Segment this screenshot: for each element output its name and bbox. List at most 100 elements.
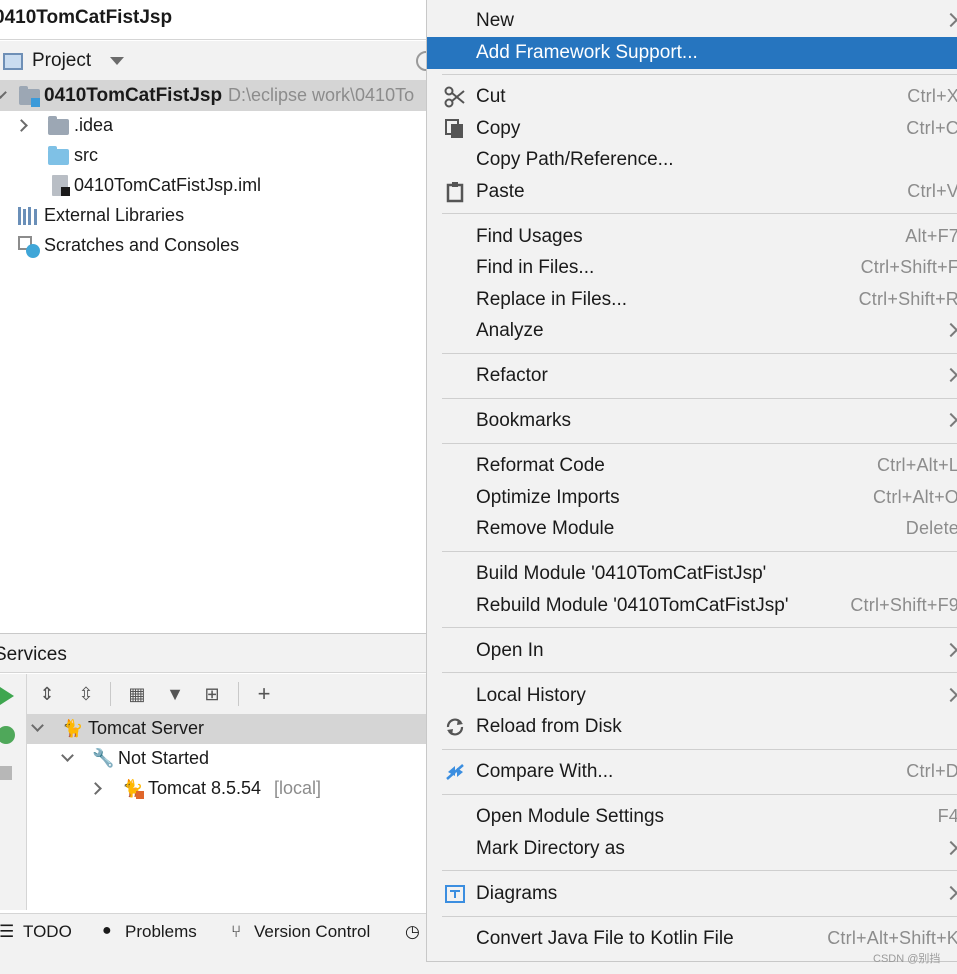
menu-item-label: Bookmarks bbox=[476, 410, 572, 431]
menu-item-copy-path[interactable]: Copy Path/Reference... bbox=[427, 144, 957, 176]
menu-item-rebuild-module[interactable]: Rebuild Module '0410TomCatFistJsp' Ctrl+… bbox=[427, 590, 957, 622]
menu-item-label: Add Framework Support... bbox=[476, 42, 698, 63]
tree-item-tomcat-local[interactable]: 🐈 Tomcat 8.5.54 [local] bbox=[27, 774, 426, 804]
menu-item-analyze[interactable]: Analyze bbox=[427, 315, 957, 347]
menu-item-compare-with[interactable]: Compare With... Ctrl+D bbox=[427, 756, 957, 788]
menu-item-shortcut: Ctrl+D bbox=[906, 761, 957, 781]
menu-item-open-module-settings[interactable]: Open Module Settings F4 bbox=[427, 801, 957, 833]
menu-item-cut[interactable]: Cut Ctrl+X bbox=[427, 81, 957, 113]
menu-item-optimize-imports[interactable]: Optimize Imports Ctrl+Alt+O bbox=[427, 482, 957, 514]
menu-item-label: Copy Path/Reference... bbox=[476, 149, 674, 170]
menu-item-find-in-files[interactable]: Find in Files... Ctrl+Shift+F bbox=[427, 252, 957, 284]
menu-item-label: Reload from Disk bbox=[476, 716, 622, 737]
source-folder-icon bbox=[48, 146, 69, 165]
menu-item-mark-directory-as[interactable]: Mark Directory as bbox=[427, 833, 957, 865]
menu-separator bbox=[442, 627, 957, 628]
problems-tab[interactable]: Problems bbox=[125, 922, 197, 942]
menu-item-bookmarks[interactable]: Bookmarks bbox=[427, 405, 957, 437]
expand-all-icon[interactable]: ⇕ bbox=[36, 683, 58, 705]
tree-item-external-libraries[interactable]: External Libraries bbox=[0, 201, 426, 231]
menu-item-label: Cut bbox=[476, 86, 506, 107]
menu-item-shortcut: Ctrl+Alt+Shift+K bbox=[827, 928, 957, 948]
tree-item-label: External Libraries bbox=[44, 205, 185, 225]
services-tree: 🐈 Tomcat Server 🔧 Not Started 🐈 Tomcat 8… bbox=[27, 714, 426, 910]
tree-item-idea[interactable]: .idea bbox=[0, 111, 426, 141]
diagram-icon bbox=[445, 885, 465, 903]
menu-item-new[interactable]: New bbox=[427, 5, 957, 37]
project-view-header: Project bbox=[0, 41, 426, 81]
tree-item-project-root[interactable]: 0410TomCatFistJsp D:\eclipse work\0410To bbox=[0, 81, 426, 111]
submenu-arrow-icon bbox=[943, 12, 957, 28]
menu-item-label: Optimize Imports bbox=[476, 487, 620, 508]
menu-separator bbox=[442, 443, 957, 444]
chevron-down-icon[interactable] bbox=[61, 749, 74, 762]
gear-icon[interactable] bbox=[416, 51, 426, 71]
menu-item-label: Copy bbox=[476, 118, 521, 139]
menu-item-label: Diagrams bbox=[476, 883, 558, 904]
menu-item-paste[interactable]: Paste Ctrl+V bbox=[427, 176, 957, 208]
menu-item-shortcut: Ctrl+V bbox=[907, 181, 957, 201]
tree-item-not-started[interactable]: 🔧 Not Started bbox=[27, 744, 426, 774]
menu-item-shortcut: Alt+F7 bbox=[905, 226, 957, 246]
run-icon[interactable] bbox=[0, 687, 14, 705]
menu-item-reformat-code[interactable]: Reformat Code Ctrl+Alt+L bbox=[427, 450, 957, 482]
folder-icon bbox=[48, 116, 69, 135]
tree-item-src[interactable]: src bbox=[0, 141, 426, 171]
menu-item-copy[interactable]: Copy Ctrl+C bbox=[427, 113, 957, 145]
wrench-icon: 🔧 bbox=[92, 748, 115, 768]
menu-item-refactor[interactable]: Refactor bbox=[427, 360, 957, 392]
problems-icon[interactable]: ● bbox=[102, 922, 112, 940]
tree-item-label: Scratches and Consoles bbox=[44, 235, 240, 255]
menu-item-shortcut: Ctrl+Alt+L bbox=[876, 455, 957, 475]
scissors-icon bbox=[444, 86, 465, 108]
todo-tab[interactable]: TODO bbox=[23, 922, 72, 942]
menu-item-add-framework-support[interactable]: Add Framework Support... bbox=[427, 37, 957, 69]
libraries-icon-bar bbox=[23, 209, 26, 225]
debug-icon[interactable] bbox=[0, 726, 15, 744]
file-badge-icon bbox=[61, 187, 70, 196]
menu-item-build-module[interactable]: Build Module '0410TomCatFistJsp' bbox=[427, 558, 957, 590]
submenu-arrow-icon bbox=[943, 367, 957, 383]
menu-item-remove-module[interactable]: Remove Module Delete bbox=[427, 513, 957, 545]
project-view-icon bbox=[3, 53, 23, 70]
todo-icon[interactable]: ☰ bbox=[0, 922, 14, 942]
menu-item-label: Mark Directory as bbox=[476, 838, 625, 859]
menu-item-local-history[interactable]: Local History bbox=[427, 680, 957, 712]
new-tab-icon[interactable]: ⊞ bbox=[201, 683, 223, 705]
menu-item-find-usages[interactable]: Find Usages Alt+F7 bbox=[427, 221, 957, 253]
project-view-dropdown[interactable]: Project bbox=[32, 50, 91, 72]
version-control-tab[interactable]: Version Control bbox=[254, 922, 370, 942]
chevron-down-icon[interactable] bbox=[0, 86, 7, 99]
collapse-all-icon[interactable]: ⇳ bbox=[75, 683, 97, 705]
tree-item-label: Tomcat Server bbox=[88, 718, 205, 738]
group-by-icon[interactable]: ▦ bbox=[126, 683, 148, 705]
menu-item-label: Analyze bbox=[476, 320, 544, 341]
menu-item-label: Replace in Files... bbox=[476, 289, 628, 310]
menu-item-label: Reformat Code bbox=[476, 455, 605, 476]
menu-item-shortcut: Ctrl+Shift+F9 bbox=[850, 595, 957, 615]
menu-item-label: Convert Java File to Kotlin File bbox=[476, 928, 734, 949]
version-control-icon[interactable]: ⑂ bbox=[231, 922, 241, 942]
chevron-down-icon[interactable] bbox=[110, 57, 124, 65]
chevron-right-icon[interactable] bbox=[89, 782, 102, 795]
services-side-toolbar bbox=[0, 674, 27, 910]
menu-item-diagrams[interactable]: Diagrams bbox=[427, 878, 957, 910]
menu-item-reload-from-disk[interactable]: Reload from Disk bbox=[427, 711, 957, 743]
add-service-icon[interactable]: + bbox=[253, 683, 275, 705]
menu-separator bbox=[442, 551, 957, 552]
profiler-icon[interactable]: ◷ bbox=[405, 922, 420, 942]
chevron-right-icon[interactable] bbox=[15, 119, 28, 132]
tree-item-scratches[interactable]: Scratches and Consoles bbox=[0, 231, 426, 261]
watermark: CSDN @别挡 bbox=[873, 953, 941, 965]
tree-item-tomcat-server[interactable]: 🐈 Tomcat Server bbox=[27, 714, 426, 744]
menu-item-replace-in-files[interactable]: Replace in Files... Ctrl+Shift+R bbox=[427, 284, 957, 316]
chevron-down-icon[interactable] bbox=[31, 719, 44, 732]
tree-item-label: src bbox=[74, 145, 98, 165]
menu-item-open-in[interactable]: Open In bbox=[427, 635, 957, 667]
tree-item-iml[interactable]: 0410TomCatFistJsp.iml bbox=[0, 171, 426, 201]
menu-item-label: Compare With... bbox=[476, 761, 614, 782]
menu-separator bbox=[442, 672, 957, 673]
menu-separator bbox=[442, 353, 957, 354]
filter-icon[interactable]: ▼ bbox=[164, 683, 186, 705]
stop-icon[interactable] bbox=[0, 766, 12, 780]
